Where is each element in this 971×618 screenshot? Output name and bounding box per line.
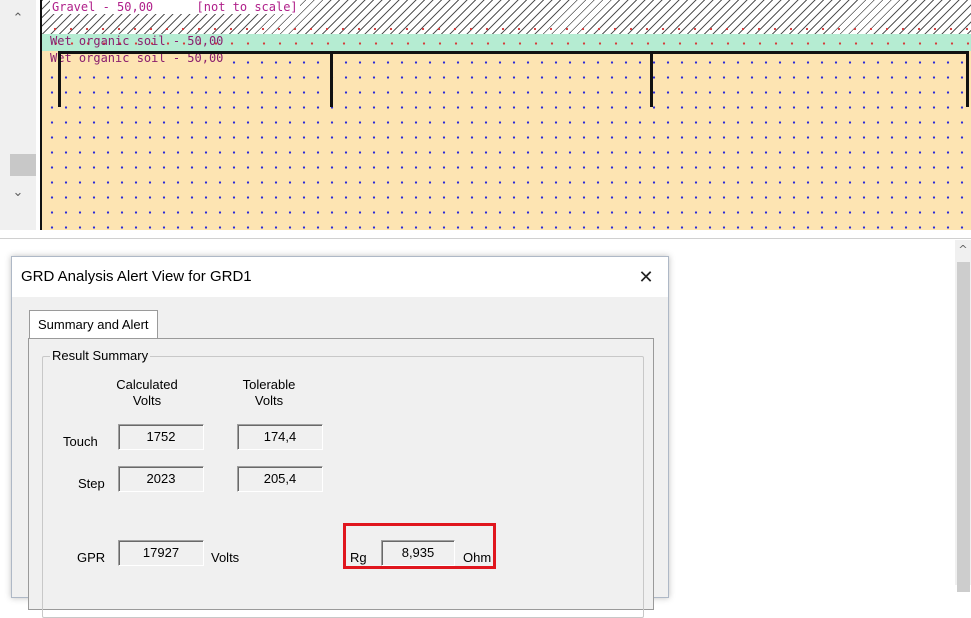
touch-calculated-field: 1752	[118, 424, 204, 450]
gravel-layer-dots	[42, 18, 971, 34]
scrollbar-thumb[interactable]	[10, 154, 36, 176]
step-calculated-field: 2023	[118, 466, 204, 492]
ground-rod	[966, 51, 969, 107]
touch-tolerable-field: 174,4	[237, 424, 323, 450]
step-label: Step	[78, 476, 105, 491]
dialog-title-bar[interactable]: GRD Analysis Alert View for GRD1 ✕	[12, 257, 668, 297]
gpr-label: GPR	[77, 550, 106, 565]
gpr-unit: Volts	[211, 550, 240, 565]
close-icon[interactable]: ✕	[632, 263, 660, 291]
tab-panel: Result Summary Calculated Volts Tolerabl…	[28, 338, 654, 618]
soil-layer-canvas: Gravel - 50,00 [not to scale] Wet organi…	[40, 0, 971, 230]
ground-rod	[58, 51, 61, 107]
wet-organic-soil-layer	[42, 51, 971, 230]
result-summary-group: Result Summary Calculated Volts Tolerabl…	[42, 348, 644, 618]
tolerable-volts-header: Tolerable Volts	[242, 377, 296, 408]
result-summary-title: Result Summary	[50, 348, 151, 363]
rg-highlight-box	[343, 523, 496, 569]
touch-label: Touch	[63, 434, 98, 449]
gravel-layer-label: Gravel - 50,00 [not to scale]	[50, 0, 300, 14]
scroll-down-icon[interactable]: ⌄	[0, 178, 36, 206]
ground-rod	[650, 51, 653, 107]
scroll-up-icon[interactable]: ^	[955, 240, 971, 258]
scroll-up-icon[interactable]: ⌃	[0, 4, 36, 32]
gpr-value-field: 17927	[118, 540, 204, 566]
soil-view-scrollbar[interactable]: ⌃ ⌄	[0, 0, 36, 238]
wet-soil-label-top: Wet organic soil - 50,00	[50, 34, 224, 48]
tab-summary-and-alert[interactable]: Summary and Alert	[29, 310, 158, 339]
calculated-volts-header: Calculated Volts	[116, 377, 178, 408]
grd-analysis-alert-dialog: GRD Analysis Alert View for GRD1 ✕ Summa…	[11, 256, 669, 618]
dialog-title: GRD Analysis Alert View for GRD1	[21, 268, 252, 285]
ground-grid-conductor	[58, 51, 968, 54]
workspace-scrollbar[interactable]: ^	[955, 240, 971, 592]
soil-view-bottom-edge	[0, 230, 971, 239]
soil-profile-view: ⌃ ⌄ Gravel - 50,00 [not to scale] Wet or…	[0, 0, 971, 239]
ground-rod	[330, 51, 333, 107]
scrollbar-thumb[interactable]	[957, 262, 970, 592]
step-tolerable-field: 205,4	[237, 466, 323, 492]
